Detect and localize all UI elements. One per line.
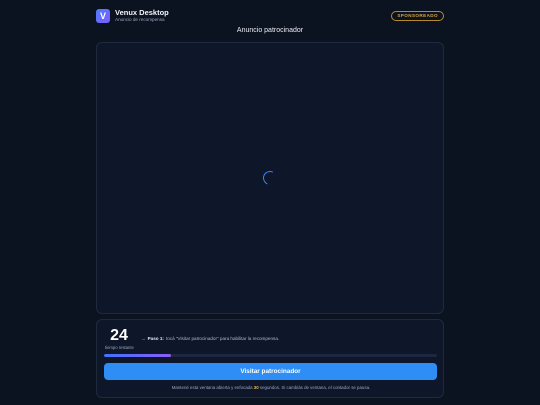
reward-panel: 24 tiempo restante → Paso 1: tocá "Visitar… <box>96 319 444 398</box>
step-text: tocá "Visitar patrocinador" para habilit… <box>165 336 280 341</box>
step-instruction: → Paso 1: tocá "Visitar patrocinador" para… <box>141 336 279 341</box>
note-text-after: segundos. Si cambiás de ventana, el cont… <box>259 385 371 390</box>
app-subtitle: Anuncio de recompensa <box>115 17 165 23</box>
note-text-before: Mantené esta ventana abierta y enfocada <box>171 385 253 390</box>
countdown-seconds: 24 <box>110 327 128 344</box>
arrow-right-icon: → <box>141 336 146 341</box>
visit-sponsor-button[interactable]: Visitar patrocinador <box>104 363 437 380</box>
sponsored-badge: SPONSOREADO <box>391 10 444 22</box>
focus-note: Mantené esta ventana abierta y enfocada … <box>97 385 445 390</box>
countdown: 24 tiempo restante <box>105 327 134 351</box>
app-title: Venux Desktop <box>115 7 169 17</box>
app-logo-icon: V <box>96 9 110 23</box>
reward-ad-window: V Venux Desktop Anuncio de recompensa SP… <box>0 0 540 405</box>
note-seconds: 30 <box>253 385 259 390</box>
countdown-label: tiempo restante <box>105 345 134 350</box>
progress-fill <box>104 354 171 357</box>
ad-title: Anuncio patrocinador <box>236 27 304 34</box>
progress-bar <box>104 354 437 357</box>
brand: Venux Desktop Anuncio de recompensa <box>115 9 169 23</box>
step-label: Paso 1: <box>147 336 164 341</box>
app-header: V Venux Desktop Anuncio de recompensa SP… <box>96 7 444 25</box>
